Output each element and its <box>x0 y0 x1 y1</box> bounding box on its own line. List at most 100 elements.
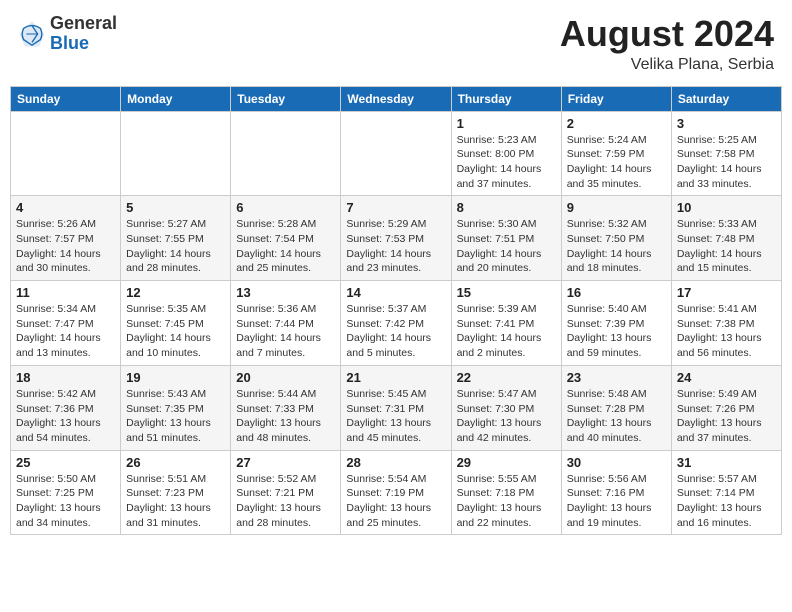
calendar-cell: 6Sunrise: 5:28 AM Sunset: 7:54 PM Daylig… <box>231 196 341 281</box>
logo-text: General Blue <box>50 14 117 54</box>
day-number: 15 <box>457 285 556 300</box>
day-info: Sunrise: 5:30 AM Sunset: 7:51 PM Dayligh… <box>457 217 556 276</box>
day-number: 14 <box>346 285 445 300</box>
calendar-week-row: 11 Sunrise: 5:34 AM Sunset: 7:47 PM Dayli… <box>11 281 782 366</box>
month-title: August 2024 <box>560 14 774 54</box>
day-info: Sunrise: 5:48 AM Sunset: 7:28 PM Dayligh… <box>567 387 666 446</box>
day-number: 5 <box>126 200 225 215</box>
calendar-cell: 24 Sunrise: 5:49 AM Sunset: 7:26 PM Dayli… <box>671 365 781 450</box>
calendar-cell: 16Sunrise: 5:40 AM Sunset: 7:39 PM Dayli… <box>561 281 671 366</box>
logo-general: General <box>50 13 117 33</box>
calendar-cell <box>231 111 341 196</box>
day-info: Sunrise: 5:29 AM Sunset: 7:53 PM Dayligh… <box>346 217 445 276</box>
calendar-table: SundayMondayTuesdayWednesdayThursdayFrid… <box>10 86 782 536</box>
calendar-cell: 13Sunrise: 5:36 AM Sunset: 7:44 PM Dayli… <box>231 281 341 366</box>
day-number: 18 <box>16 370 115 385</box>
calendar-cell: 28 Sunrise: 5:54 AM Sunset: 7:19 PM Dayli… <box>341 450 451 535</box>
col-header-sunday: Sunday <box>11 86 121 111</box>
calendar-cell: 25Sunrise: 5:50 AM Sunset: 7:25 PM Dayli… <box>11 450 121 535</box>
day-number: 20 <box>236 370 335 385</box>
calendar-cell: 7 Sunrise: 5:29 AM Sunset: 7:53 PM Daylig… <box>341 196 451 281</box>
calendar-cell: 18Sunrise: 5:42 AM Sunset: 7:36 PM Dayli… <box>11 365 121 450</box>
calendar-cell: 26Sunrise: 5:51 AM Sunset: 7:23 PM Dayli… <box>121 450 231 535</box>
calendar-cell: 9 Sunrise: 5:32 AM Sunset: 7:50 PM Daylig… <box>561 196 671 281</box>
day-info: Sunrise: 5:49 AM Sunset: 7:26 PM Dayligh… <box>677 387 776 446</box>
calendar-week-row: 18Sunrise: 5:42 AM Sunset: 7:36 PM Dayli… <box>11 365 782 450</box>
calendar-week-row: 25Sunrise: 5:50 AM Sunset: 7:25 PM Dayli… <box>11 450 782 535</box>
calendar-cell: 5Sunrise: 5:27 AM Sunset: 7:55 PM Daylig… <box>121 196 231 281</box>
day-number: 6 <box>236 200 335 215</box>
day-number: 24 <box>677 370 776 385</box>
day-number: 11 <box>16 285 115 300</box>
day-number: 28 <box>346 455 445 470</box>
col-header-wednesday: Wednesday <box>341 86 451 111</box>
day-number: 10 <box>677 200 776 215</box>
header: General Blue August 2024 Velika Plana, S… <box>10 10 782 78</box>
day-info: Sunrise: 5:54 AM Sunset: 7:19 PM Dayligh… <box>346 472 445 531</box>
day-info: Sunrise: 5:23 AM Sunset: 8:00 PM Dayligh… <box>457 133 556 192</box>
day-number: 12 <box>126 285 225 300</box>
day-number: 25 <box>16 455 115 470</box>
day-number: 3 <box>677 116 776 131</box>
day-number: 30 <box>567 455 666 470</box>
col-header-saturday: Saturday <box>671 86 781 111</box>
day-info: Sunrise: 5:41 AM Sunset: 7:38 PM Dayligh… <box>677 302 776 361</box>
col-header-friday: Friday <box>561 86 671 111</box>
day-info: Sunrise: 5:45 AM Sunset: 7:31 PM Dayligh… <box>346 387 445 446</box>
calendar-cell: 2 Sunrise: 5:24 AM Sunset: 7:59 PM Daylig… <box>561 111 671 196</box>
calendar-week-row: 4 Sunrise: 5:26 AM Sunset: 7:57 PM Daylig… <box>11 196 782 281</box>
day-info: Sunrise: 5:26 AM Sunset: 7:57 PM Dayligh… <box>16 217 115 276</box>
day-info: Sunrise: 5:47 AM Sunset: 7:30 PM Dayligh… <box>457 387 556 446</box>
day-info: Sunrise: 5:36 AM Sunset: 7:44 PM Dayligh… <box>236 302 335 361</box>
col-header-thursday: Thursday <box>451 86 561 111</box>
col-header-monday: Monday <box>121 86 231 111</box>
day-info: Sunrise: 5:24 AM Sunset: 7:59 PM Dayligh… <box>567 133 666 192</box>
day-number: 17 <box>677 285 776 300</box>
logo-icon <box>18 20 46 48</box>
day-info: Sunrise: 5:56 AM Sunset: 7:16 PM Dayligh… <box>567 472 666 531</box>
calendar-cell: 17 Sunrise: 5:41 AM Sunset: 7:38 PM Dayli… <box>671 281 781 366</box>
col-header-tuesday: Tuesday <box>231 86 341 111</box>
day-number: 2 <box>567 116 666 131</box>
day-number: 31 <box>677 455 776 470</box>
day-info: Sunrise: 5:40 AM Sunset: 7:39 PM Dayligh… <box>567 302 666 361</box>
day-info: Sunrise: 5:55 AM Sunset: 7:18 PM Dayligh… <box>457 472 556 531</box>
day-info: Sunrise: 5:33 AM Sunset: 7:48 PM Dayligh… <box>677 217 776 276</box>
title-block: August 2024 Velika Plana, Serbia <box>560 14 774 74</box>
calendar-cell: 10 Sunrise: 5:33 AM Sunset: 7:48 PM Dayli… <box>671 196 781 281</box>
day-info: Sunrise: 5:35 AM Sunset: 7:45 PM Dayligh… <box>126 302 225 361</box>
day-info: Sunrise: 5:44 AM Sunset: 7:33 PM Dayligh… <box>236 387 335 446</box>
location-title: Velika Plana, Serbia <box>560 56 774 74</box>
day-number: 27 <box>236 455 335 470</box>
day-info: Sunrise: 5:37 AM Sunset: 7:42 PM Dayligh… <box>346 302 445 361</box>
day-number: 29 <box>457 455 556 470</box>
calendar-cell: 22 Sunrise: 5:47 AM Sunset: 7:30 PM Dayli… <box>451 365 561 450</box>
calendar-cell <box>11 111 121 196</box>
calendar-cell: 20 Sunrise: 5:44 AM Sunset: 7:33 PM Dayli… <box>231 365 341 450</box>
calendar-cell: 3 Sunrise: 5:25 AM Sunset: 7:58 PM Daylig… <box>671 111 781 196</box>
calendar-cell: 19Sunrise: 5:43 AM Sunset: 7:35 PM Dayli… <box>121 365 231 450</box>
logo-blue: Blue <box>50 33 89 53</box>
day-number: 4 <box>16 200 115 215</box>
calendar-week-row: 1Sunrise: 5:23 AM Sunset: 8:00 PM Daylig… <box>11 111 782 196</box>
day-info: Sunrise: 5:32 AM Sunset: 7:50 PM Dayligh… <box>567 217 666 276</box>
day-info: Sunrise: 5:57 AM Sunset: 7:14 PM Dayligh… <box>677 472 776 531</box>
calendar-cell: 15Sunrise: 5:39 AM Sunset: 7:41 PM Dayli… <box>451 281 561 366</box>
day-info: Sunrise: 5:25 AM Sunset: 7:58 PM Dayligh… <box>677 133 776 192</box>
day-number: 9 <box>567 200 666 215</box>
day-number: 21 <box>346 370 445 385</box>
logo: General Blue <box>18 14 117 54</box>
calendar-cell: 12 Sunrise: 5:35 AM Sunset: 7:45 PM Dayli… <box>121 281 231 366</box>
calendar-cell: 14 Sunrise: 5:37 AM Sunset: 7:42 PM Dayli… <box>341 281 451 366</box>
day-number: 8 <box>457 200 556 215</box>
calendar-cell: 27Sunrise: 5:52 AM Sunset: 7:21 PM Dayli… <box>231 450 341 535</box>
day-info: Sunrise: 5:34 AM Sunset: 7:47 PM Dayligh… <box>16 302 115 361</box>
day-number: 7 <box>346 200 445 215</box>
calendar-cell: 30 Sunrise: 5:56 AM Sunset: 7:16 PM Dayli… <box>561 450 671 535</box>
calendar-cell <box>341 111 451 196</box>
day-info: Sunrise: 5:43 AM Sunset: 7:35 PM Dayligh… <box>126 387 225 446</box>
day-number: 23 <box>567 370 666 385</box>
calendar-header-row: SundayMondayTuesdayWednesdayThursdayFrid… <box>11 86 782 111</box>
calendar-cell: 11 Sunrise: 5:34 AM Sunset: 7:47 PM Dayli… <box>11 281 121 366</box>
day-number: 22 <box>457 370 556 385</box>
